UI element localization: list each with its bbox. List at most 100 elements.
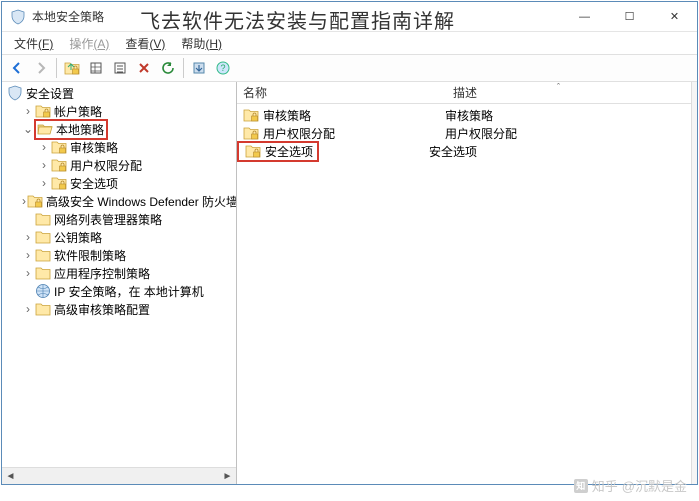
tree-label: IP 安全策略，在 本地计算机: [54, 283, 204, 300]
chevron-right-icon[interactable]: ›: [22, 195, 26, 207]
highlight-box: 安全选项: [237, 141, 319, 162]
folder-icon: [51, 157, 67, 173]
shield-icon: [7, 85, 23, 101]
folder-icon: [243, 107, 259, 123]
tree-item-advanced-audit[interactable]: › 高级审核策略配置: [2, 300, 236, 318]
chevron-right-icon[interactable]: ›: [38, 159, 50, 171]
toolbar-divider: [183, 58, 184, 78]
chevron-right-icon[interactable]: ›: [22, 303, 34, 315]
tree-root-label: 安全设置: [26, 85, 74, 102]
tree-root[interactable]: 安全设置: [2, 84, 236, 102]
security-tree[interactable]: 安全设置 › 帐户策略 ⌄ 本地策略 › 审核策: [2, 82, 236, 467]
list-item-name: 审核策略: [263, 107, 445, 124]
highlight-box: 本地策略: [34, 119, 108, 140]
minimize-button[interactable]: —: [562, 2, 607, 31]
column-name[interactable]: 名称: [237, 82, 447, 103]
details-pane: 名称 描述 ˆ 审核策略 审核策略 用户权限分配 用户权限分配: [237, 82, 691, 484]
sort-indicator-icon: ˆ: [557, 82, 560, 92]
tree-label: 本地策略: [56, 121, 104, 138]
overlay-heading: 飞去软件无法安装与配置指南详解: [140, 5, 455, 34]
list-item-user-rights[interactable]: 用户权限分配 用户权限分配: [237, 124, 691, 142]
globe-icon: [35, 283, 51, 299]
tree-pane: 安全设置 › 帐户策略 ⌄ 本地策略 › 审核策: [2, 82, 237, 484]
close-button[interactable]: ✕: [652, 2, 697, 31]
menu-bar: 文件(F) 操作(A) 查看(V) 帮助(H): [2, 32, 697, 54]
zhihu-icon: 知: [574, 479, 588, 493]
tree-label: 公钥策略: [54, 229, 102, 246]
tree-label: 帐户策略: [54, 103, 102, 120]
tree-label: 用户权限分配: [70, 157, 142, 174]
tree-label: 应用程序控制策略: [54, 265, 150, 282]
tree-label: 网络列表管理器策略: [54, 211, 162, 228]
column-headers: 名称 描述 ˆ: [237, 82, 691, 104]
view-list-button[interactable]: [85, 57, 107, 79]
list-item-desc: 用户权限分配: [445, 125, 517, 142]
watermark-brand: 知乎: [592, 476, 618, 495]
folder-icon: [35, 247, 51, 263]
scroll-right-icon[interactable]: ►: [219, 468, 236, 484]
app-window: 本地安全策略 飞去软件无法安装与配置指南详解 — ☐ ✕ 文件(F) 操作(A)…: [1, 1, 698, 485]
watermark: 知 知乎 @沉默是金: [574, 476, 687, 495]
window-buttons: — ☐ ✕: [562, 2, 697, 31]
toolbar: ?: [2, 54, 697, 82]
menu-view[interactable]: 查看(V): [117, 33, 173, 54]
folder-icon: [243, 125, 259, 141]
tree-item-software-restriction[interactable]: › 软件限制策略: [2, 246, 236, 264]
tree-item-defender-firewall[interactable]: › 高级安全 Windows Defender 防火墙: [2, 192, 236, 210]
chevron-right-icon[interactable]: ›: [22, 105, 34, 117]
horizontal-scrollbar[interactable]: ◄ ►: [2, 467, 236, 484]
tree-item-public-key[interactable]: › 公钥策略: [2, 228, 236, 246]
help-button[interactable]: ?: [212, 57, 234, 79]
list-item-security-options[interactable]: 安全选项 安全选项: [237, 142, 691, 160]
chevron-right-icon[interactable]: ›: [38, 141, 50, 153]
app-icon: [10, 9, 26, 25]
watermark-author: @沉默是金: [622, 476, 687, 495]
list-item-desc: 审核策略: [445, 107, 493, 124]
folder-icon: [51, 139, 67, 155]
chevron-right-icon[interactable]: ›: [22, 249, 34, 261]
chevron-right-icon[interactable]: ›: [22, 231, 34, 243]
chevron-down-icon[interactable]: ⌄: [22, 123, 34, 135]
spacer: [22, 213, 34, 225]
scroll-left-icon[interactable]: ◄: [2, 468, 19, 484]
menu-file[interactable]: 文件(F): [6, 33, 61, 54]
tree-item-ip-security[interactable]: IP 安全策略，在 本地计算机: [2, 282, 236, 300]
folder-open-icon: [37, 121, 53, 137]
menu-help[interactable]: 帮助(H): [173, 33, 230, 54]
tree-label: 安全选项: [70, 175, 118, 192]
maximize-button[interactable]: ☐: [607, 2, 652, 31]
column-description[interactable]: 描述: [447, 82, 691, 103]
tree-item-network-list[interactable]: 网络列表管理器策略: [2, 210, 236, 228]
back-button[interactable]: [6, 57, 28, 79]
chevron-right-icon[interactable]: ›: [22, 267, 34, 279]
tree-item-audit-policy[interactable]: › 审核策略: [2, 138, 236, 156]
tree-item-account-policy[interactable]: › 帐户策略: [2, 102, 236, 120]
list-item-desc: 安全选项: [429, 143, 477, 160]
folder-icon: [35, 211, 51, 227]
delete-button[interactable]: [133, 57, 155, 79]
title-bar: 本地安全策略 飞去软件无法安装与配置指南详解 — ☐ ✕: [2, 2, 697, 32]
scroll-track[interactable]: [19, 468, 219, 484]
refresh-button[interactable]: [157, 57, 179, 79]
list-item-name: 安全选项: [265, 143, 313, 160]
details-list[interactable]: 审核策略 审核策略 用户权限分配 用户权限分配 安全选项 安全选项: [237, 104, 691, 484]
export-button[interactable]: [188, 57, 210, 79]
forward-button[interactable]: [30, 57, 52, 79]
tree-item-local-policy[interactable]: ⌄ 本地策略: [2, 120, 236, 138]
menu-action[interactable]: 操作(A): [61, 33, 117, 54]
vertical-scrollbar[interactable]: [691, 82, 697, 484]
chevron-right-icon[interactable]: ›: [38, 177, 50, 189]
tree-item-user-rights[interactable]: › 用户权限分配: [2, 156, 236, 174]
folder-icon: [35, 103, 51, 119]
tree-item-security-options[interactable]: › 安全选项: [2, 174, 236, 192]
toolbar-divider: [56, 58, 57, 78]
tree-item-app-control[interactable]: › 应用程序控制策略: [2, 264, 236, 282]
view-details-button[interactable]: [109, 57, 131, 79]
svg-text:?: ?: [220, 63, 225, 73]
list-item-audit-policy[interactable]: 审核策略 审核策略: [237, 106, 691, 124]
folder-icon: [51, 175, 67, 191]
tree-label: 高级审核策略配置: [54, 301, 150, 318]
list-item-name: 用户权限分配: [263, 125, 445, 142]
folder-icon: [35, 301, 51, 317]
up-button[interactable]: [61, 57, 83, 79]
